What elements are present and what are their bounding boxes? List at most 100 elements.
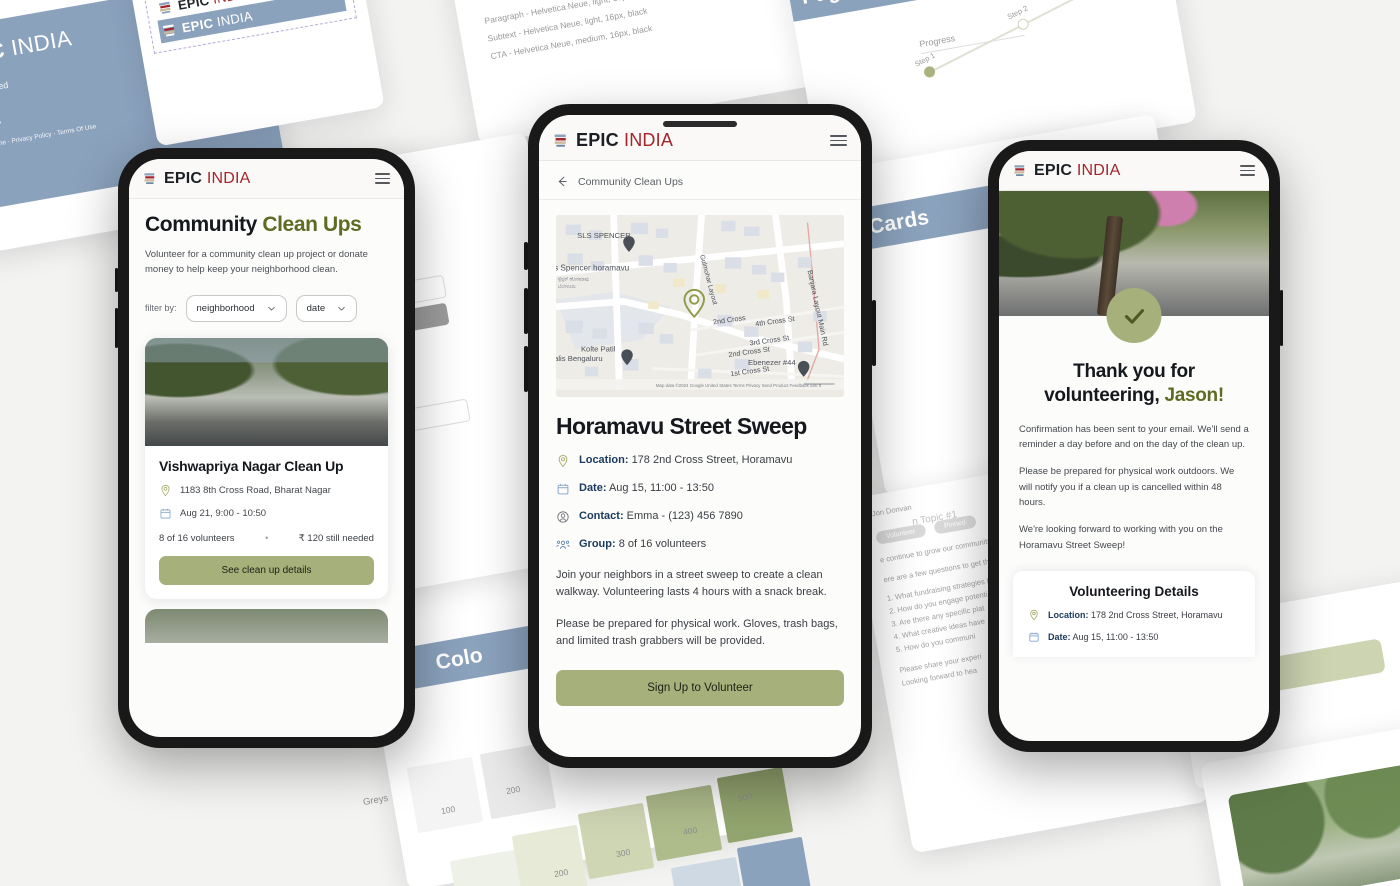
vd-location: Location: 178 2nd Cross Street, Horamavu	[1028, 609, 1240, 621]
confirmation-paragraph-1: Confirmation has been sent to your email…	[1019, 423, 1249, 451]
phone-confirmation-screen: EPIC INDIA Thank you for volunteering, J…	[999, 151, 1269, 741]
card-date: Aug 21, 9:00 - 10:50	[159, 507, 374, 520]
clean-up-card[interactable]: Vishwapriya Nagar Clean Up 1183 8th Cros…	[145, 337, 388, 599]
vd-date-label: Date:	[1048, 632, 1071, 643]
swatch-green-300	[577, 802, 655, 880]
vd-location-label: Location:	[1048, 610, 1089, 621]
card-body: Vishwapriya Nagar Clean Up 1183 8th Cros…	[145, 446, 388, 599]
swatch-blue-200	[670, 856, 748, 886]
card-date-text: Aug 21, 9:00 - 10:50	[180, 507, 267, 519]
card-separator: •	[264, 532, 269, 544]
hamburger-menu-icon[interactable]	[830, 135, 847, 146]
brand-name: EPIC INDIA	[1034, 161, 1121, 179]
volunteering-details-title: Volunteering Details	[1069, 584, 1199, 600]
breadcrumb-label: Community Clean Ups	[578, 175, 684, 188]
epic-logo-mark-icon	[1014, 165, 1025, 177]
swatch-green-200	[511, 824, 589, 886]
phone-listing: EPIC INDIA Community Clean Ups Volunteer…	[115, 148, 415, 748]
calendar-icon	[1029, 632, 1039, 642]
map-graphic: SLS SPENCER s Spencer horamavu ಸ್ಪೆನ್ಸರ್…	[556, 215, 844, 390]
detail-contact-label: Contact:	[579, 510, 624, 522]
confirmation-paragraph-2: Please be prepared for physical work out…	[1019, 465, 1235, 509]
progress-widget: Progress Step 1 Step 2 Step 3	[913, 0, 1162, 80]
phone-volume-up[interactable]	[524, 288, 528, 334]
phone-confirmation: EPIC INDIA Thank you for volunteering, J…	[988, 140, 1283, 752]
brand-logo[interactable]: EPIC INDIA	[143, 170, 250, 188]
app-bar: EPIC INDIA	[129, 159, 404, 199]
breadcrumb[interactable]: Community Clean Ups	[539, 161, 861, 200]
chevron-down-icon	[267, 306, 275, 311]
svg-text:SLS SPENCER: SLS SPENCER	[577, 231, 631, 240]
detail-title: Horamavu Street Sweep	[556, 413, 807, 439]
detail-contact-value: Emma - (123) 456 7890	[626, 510, 743, 522]
card-stats: 8 of 16 volunteers • ₹ 120 still needed	[159, 533, 374, 544]
brand-name: EPIC INDIA	[576, 130, 674, 150]
detail-contact: Contact: Emma - (123) 456 7890	[556, 509, 844, 524]
phone-volume-down[interactable]	[524, 346, 528, 392]
detail-group-label: Group:	[579, 538, 616, 550]
br-card-image	[1227, 760, 1400, 886]
hamburger-menu-icon[interactable]	[375, 173, 390, 184]
epic-logo-mark-icon	[144, 173, 155, 185]
confirmation-heading: Thank you for volunteering, Jason!	[1044, 361, 1224, 406]
hamburger-menu-icon[interactable]	[1240, 165, 1255, 176]
detail-date-label: Date:	[579, 482, 607, 494]
group-icon	[556, 540, 570, 549]
brand-name: EPIC INDIA	[164, 169, 251, 187]
card-location: 1183 8th Cross Road, Bharat Nagar	[159, 484, 374, 497]
confirmation-paragraph-3: We're looking forward to working with yo…	[1019, 523, 1223, 551]
progress-dot-1	[922, 64, 937, 80]
detail-paragraph-1: Join your neighbors in a street sweep to…	[556, 569, 827, 599]
svg-text:ಬೆಂಗಳೂರು: ಬೆಂಗಳೂರು	[558, 284, 576, 290]
back-arrow-icon	[558, 176, 567, 187]
location-pin-icon	[161, 484, 170, 496]
phone-side-button[interactable]	[115, 268, 118, 292]
person-icon	[557, 511, 569, 523]
card-volunteers: 8 of 16 volunteers	[159, 532, 235, 544]
location-map[interactable]: SLS SPENCER s Spencer horamavu ಸ್ಪೆನ್ಸರ್…	[556, 215, 844, 397]
card-money: ₹ 120 still needed	[298, 532, 374, 544]
brand-logo[interactable]: EPIC INDIA	[553, 130, 673, 151]
calendar-icon	[160, 508, 171, 518]
next-card-preview[interactable]	[145, 608, 388, 643]
vd-date-value: Aug 15, 11:00 - 13:50	[1072, 632, 1159, 643]
logomark-box: EPIC INDIA EPIC INDIA	[142, 0, 357, 54]
detail-location: Location: 178 2nd Cross Street, Horamavu	[556, 453, 844, 468]
phone-listing-screen: EPIC INDIA Community Clean Ups Volunteer…	[129, 159, 404, 737]
detail-location-label: Location:	[579, 454, 629, 466]
calendar-icon	[557, 483, 569, 495]
svg-text:s Spencer horamavu: s Spencer horamavu	[556, 264, 629, 273]
card-title: Vishwapriya Nagar Clean Up	[159, 457, 344, 474]
success-check-badge	[1106, 288, 1162, 343]
phone-volume-up[interactable]	[115, 308, 118, 348]
filter-neighborhood[interactable]: neighborhood	[185, 294, 287, 322]
location-pin-icon	[1030, 609, 1038, 621]
phone-side-button[interactable]	[524, 242, 528, 270]
see-details-button[interactable]: See clean up details	[159, 555, 374, 585]
detail-group: Group: 8 of 16 volunteers	[556, 537, 844, 552]
epic-logo-mark-icon	[162, 24, 175, 37]
phone-power-button[interactable]	[1280, 290, 1283, 346]
filter-label: filter by:	[145, 303, 177, 314]
detail-content: Horamavu Street Sweep Location: 178 2nd …	[539, 413, 861, 650]
detail-date-value: Aug 15, 11:00 - 13:50	[608, 482, 714, 494]
volunteering-details-card: Volunteering Details Location: 178 2nd C…	[1013, 571, 1255, 658]
brand-logo[interactable]: EPIC INDIA	[1013, 162, 1120, 180]
swatch-green-500	[716, 766, 794, 844]
phone-power-button[interactable]	[872, 300, 876, 366]
swatch-label-greys: Greys	[362, 792, 390, 809]
epic-logo-mark-icon	[554, 134, 566, 147]
location-pin-icon	[558, 454, 568, 468]
page-title: Community Clean Ups	[145, 213, 362, 236]
detail-group-value: 8 of 16 volunteers	[618, 538, 707, 550]
filter-date-label: date	[306, 302, 326, 314]
vd-location-value: 178 2nd Cross Street, Horamavu	[1091, 610, 1223, 621]
progress-step-1: Step 1	[913, 50, 937, 69]
vd-date: Date: Aug 15, 11:00 - 13:50	[1028, 631, 1240, 643]
filter-date[interactable]: date	[295, 294, 358, 322]
detail-date: Date: Aug 15, 11:00 - 13:50	[556, 481, 844, 496]
sign-up-button[interactable]: Sign Up to Volunteer	[556, 670, 844, 707]
svg-text:alis Bengaluru: alis Bengaluru	[556, 354, 603, 363]
detail-location-value: 178 2nd Cross Street, Horamavu	[631, 454, 793, 466]
filter-neighborhood-label: neighborhood	[196, 302, 255, 314]
